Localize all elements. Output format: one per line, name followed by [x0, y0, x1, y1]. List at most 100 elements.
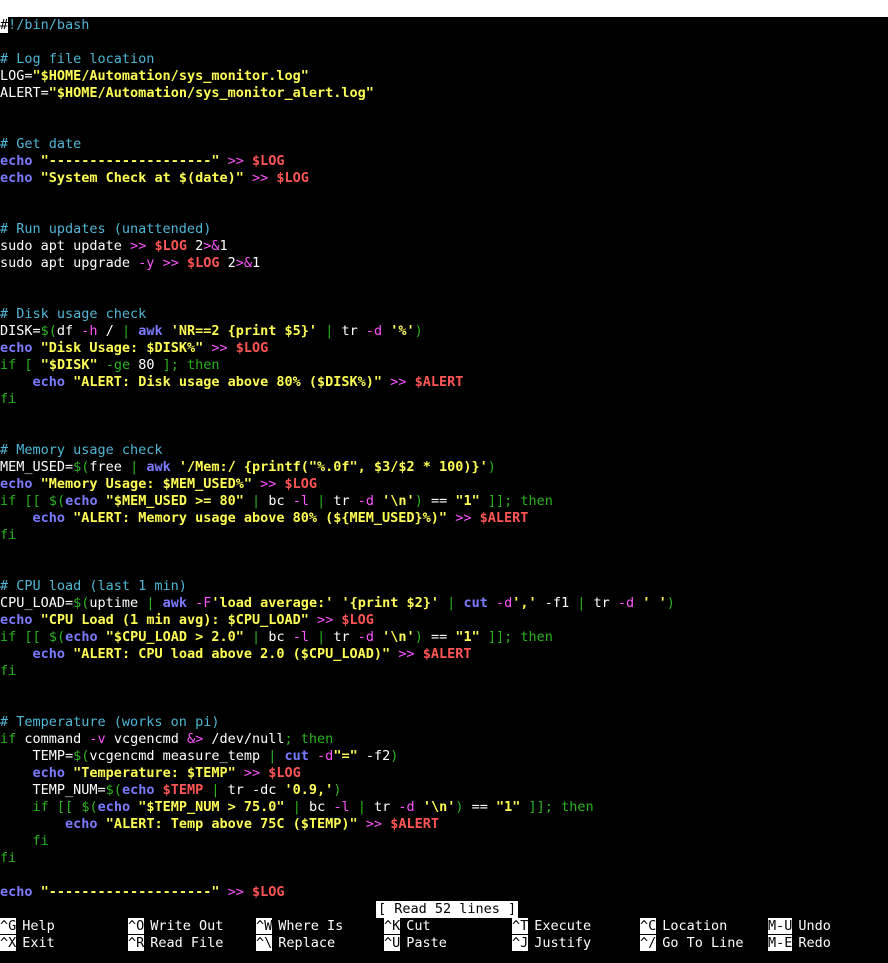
shortcut-paste[interactable]: ^U Paste [384, 935, 447, 952]
code-line[interactable] [0, 119, 888, 136]
code-token: -l [333, 799, 350, 815]
shortcut-help[interactable]: ^G Help [0, 918, 55, 935]
code-token: if [0, 731, 17, 747]
code-token: sudo apt update [0, 238, 131, 254]
shortcut-redo[interactable]: M-E Redo [768, 935, 831, 952]
shortcut-cut[interactable]: ^K Cut [384, 918, 431, 935]
code-line[interactable] [0, 425, 888, 442]
code-token: $( [48, 629, 66, 645]
code-line[interactable] [0, 408, 888, 425]
code-token: [ [24, 357, 33, 373]
code-token: 1 [252, 255, 261, 271]
code-line[interactable] [0, 561, 888, 578]
code-line[interactable] [0, 697, 888, 714]
code-line[interactable]: if [ "$DISK" -ge 80 ]; then [0, 357, 888, 374]
code-token: -d [317, 748, 334, 764]
code-line[interactable]: fi [0, 527, 888, 544]
shortcut-undo[interactable]: M-U Undo [768, 918, 831, 935]
code-line[interactable]: # Disk usage check [0, 306, 888, 323]
code-line[interactable]: if [[ $(echo "$CPU_LOAD > 2.0" | bc -l |… [0, 629, 888, 646]
code-line[interactable]: MEM_USED=$(free | awk '/Mem:/ {printf("%… [0, 459, 888, 476]
code-token: "1" [455, 493, 480, 509]
code-line[interactable]: if [[ $(echo "$TEMP_NUM > 75.0" | bc -l … [0, 799, 888, 816]
code-line[interactable]: TEMP=$(vcgencmd measure_temp | cut -d"="… [0, 748, 888, 765]
code-line[interactable]: echo "Memory Usage: $MEM_USED%" >> $LOG [0, 476, 888, 493]
code-token: # Get date [0, 136, 82, 152]
code-line[interactable] [0, 187, 888, 204]
code-line[interactable]: # Temperature (works on pi) [0, 714, 888, 731]
shortcut-go-to-line[interactable]: ^/ Go To Line [640, 935, 744, 952]
code-line[interactable]: # Memory usage check [0, 442, 888, 459]
code-line[interactable]: # Get date [0, 136, 888, 153]
code-line[interactable]: fi [0, 391, 888, 408]
code-line[interactable] [0, 272, 888, 289]
code-token: == [463, 799, 496, 815]
shortcut-write-out[interactable]: ^O Write Out [128, 918, 223, 935]
code-line[interactable]: echo "--------------------" >> $LOG [0, 153, 888, 170]
code-line[interactable]: sudo apt update >> $LOG 2>&1 [0, 238, 888, 255]
code-line[interactable] [0, 34, 888, 51]
code-line[interactable]: #!/bin/bash [0, 17, 888, 34]
shortcut-where-is[interactable]: ^W Where Is [256, 918, 343, 935]
code-line[interactable]: echo "--------------------" >> $LOG [0, 884, 888, 901]
code-token: ) [487, 459, 496, 475]
code-line[interactable] [0, 102, 888, 119]
code-line[interactable]: LOG="$HOME/Automation/sys_monitor.log" [0, 68, 888, 85]
code-line[interactable] [0, 867, 888, 884]
code-line[interactable]: echo "ALERT: Memory usage above 80% (${M… [0, 510, 888, 527]
shortcut-execute[interactable]: ^T Execute [512, 918, 591, 935]
code-token: $LOG [268, 765, 301, 781]
shortcut-location[interactable]: ^C Location [640, 918, 727, 935]
shortcut-exit[interactable]: ^X Exit [0, 935, 55, 952]
code-line[interactable] [0, 544, 888, 561]
code-line[interactable]: if [[ $(echo "$MEM_USED >= 80" | bc -l |… [0, 493, 888, 510]
code-line[interactable]: echo "ALERT: Disk usage above 80% ($DISK… [0, 374, 888, 391]
shortcut-row-1: ^G Help ^O Write Out ^W Where Is ^K Cut ^T Execut… [0, 918, 888, 935]
shortcut-label: Exit [22, 935, 55, 951]
code-line[interactable]: echo "CPU Load (1 min avg): $CPU_LOAD" >… [0, 612, 888, 629]
code-token: >> [162, 255, 179, 271]
code-line[interactable]: if command -v vcgencmd &> /dev/null; the… [0, 731, 888, 748]
code-line[interactable]: echo "ALERT: CPU load above 2.0 ($CPU_LO… [0, 646, 888, 663]
shortcut-read-file[interactable]: ^R Read File [128, 935, 223, 952]
code-line[interactable]: fi [0, 663, 888, 680]
code-token: -d [357, 493, 375, 509]
code-line[interactable]: echo "ALERT: Temp above 75C ($TEMP)" >> … [0, 816, 888, 833]
code-line[interactable]: ALERT="$HOME/Automation/sys_monitor_aler… [0, 85, 888, 102]
code-line[interactable] [0, 680, 888, 697]
code-line[interactable]: # CPU load (last 1 min) [0, 578, 888, 595]
code-line[interactable] [0, 289, 888, 306]
code-line[interactable]: fi [0, 833, 888, 850]
code-line[interactable]: # Log file location [0, 51, 888, 68]
code-token: then [520, 493, 553, 509]
code-line[interactable]: echo "System Check at $(date)" >> $LOG [0, 170, 888, 187]
code-line[interactable]: echo "Temperature: $TEMP" >> $LOG [0, 765, 888, 782]
shortcut-key: ^\ [256, 935, 273, 951]
code-line[interactable]: CPU_LOAD=$(uptime | awk -F'load average:… [0, 595, 888, 612]
editor-area[interactable]: #!/bin/bash # Log file location LOG="$HOME… [0, 17, 888, 901]
code-token: if [0, 629, 17, 645]
code-token: "1" [455, 629, 480, 645]
code-line[interactable]: DISK=$(df -h / | awk 'NR==2 {print $5}' … [0, 323, 888, 340]
code-line[interactable]: # Run updates (unattended) [0, 221, 888, 238]
code-line[interactable]: sudo apt upgrade -y >> $LOG 2>&1 [0, 255, 888, 272]
code-token: $LOG [341, 612, 374, 628]
shortcut-label: Execute [534, 918, 592, 934]
code-token: ALERT= [0, 85, 49, 101]
code-line[interactable]: fi [0, 850, 888, 867]
code-token: awk [138, 323, 163, 339]
shortcut-replace[interactable]: ^\ Replace [256, 935, 335, 952]
code-token: "Temperature: $TEMP" [73, 765, 236, 781]
code-token: echo [0, 612, 33, 628]
code-token: | [252, 629, 261, 645]
code-line[interactable]: echo "Disk Usage: $DISK%" >> $LOG [0, 340, 888, 357]
code-token: 'load average:' [211, 595, 334, 611]
code-token: [[ [24, 629, 41, 645]
shortcut-justify[interactable]: ^J Justify [512, 935, 591, 952]
code-line[interactable] [0, 204, 888, 221]
code-line[interactable]: TEMP_NUM=$(echo $TEMP | tr -dc '0.9,') [0, 782, 888, 799]
